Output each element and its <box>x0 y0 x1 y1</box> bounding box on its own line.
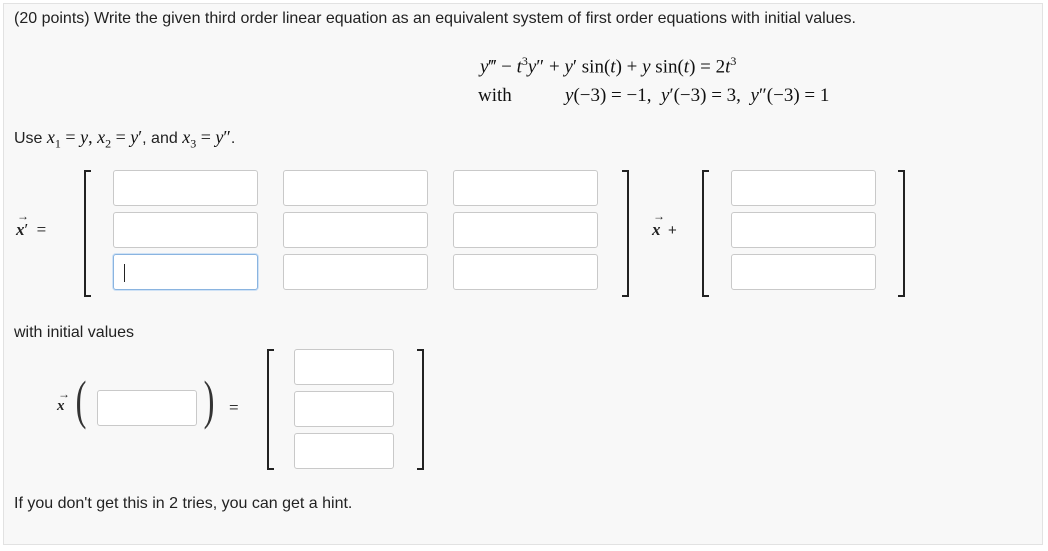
matrix-cell-3-1[interactable] <box>113 254 258 290</box>
left-paren: ( <box>75 370 87 430</box>
matrix-cell-3-2[interactable] <box>283 254 428 290</box>
matrix-left-bracket <box>84 170 91 297</box>
matrix-right-bracket <box>622 170 629 297</box>
forcing-right-bracket <box>898 170 905 297</box>
initial-value-cell-2[interactable] <box>294 391 394 427</box>
initial-time-input[interactable] <box>97 390 197 426</box>
matrix-cell-2-2[interactable] <box>283 212 428 248</box>
substitution-suffix: . <box>230 130 236 147</box>
matrix-cell-1-1[interactable] <box>113 170 258 206</box>
matrix-cell-3-3[interactable] <box>453 254 598 290</box>
matrix-cell-2-3[interactable] <box>453 212 598 248</box>
differential-equation: y‴ − t3y″ + y′ sin(t) + y sin(t) = 2t3 <box>480 54 737 78</box>
forcing-cell-3[interactable] <box>731 254 876 290</box>
initial-eq-sign: = <box>229 398 239 417</box>
question-panel: (20 points) Write the given third order … <box>3 3 1043 545</box>
initial-conditions: y(−3) = −1, y′(−3) = 3, y″(−3) = 1 <box>565 85 830 106</box>
with-label: with <box>478 85 512 106</box>
x-vector-initial: x <box>57 387 69 415</box>
substitution-and: , and <box>142 130 178 147</box>
right-paren: ) <box>203 370 215 430</box>
problem-statement: (20 points) Write the given third order … <box>14 10 856 27</box>
matrix-cell-2-1[interactable] <box>113 212 258 248</box>
initial-left-bracket <box>267 349 274 470</box>
matrix-cell-1-2[interactable] <box>283 170 428 206</box>
forcing-cell-1[interactable] <box>731 170 876 206</box>
text-cursor <box>124 264 125 282</box>
x-vector-symbol-2: x <box>652 209 664 240</box>
initial-right-bracket <box>417 349 424 470</box>
forcing-cell-2[interactable] <box>731 212 876 248</box>
hint-text: If you don't get this in 2 tries, you ca… <box>14 495 353 512</box>
initial-values-label: with initial values <box>14 324 135 341</box>
initial-value-cell-3[interactable] <box>294 433 394 469</box>
x-vector-symbol-3: x <box>57 387 69 415</box>
forcing-left-bracket <box>702 170 709 297</box>
matrix-cell-1-3[interactable] <box>453 170 598 206</box>
substitution-prefix: Use <box>14 130 43 147</box>
initial-value-cell-1[interactable] <box>294 349 394 385</box>
x-prime-label: x′ = <box>16 209 46 240</box>
x-vector-plus: x + <box>652 209 677 240</box>
substitution-line: Use x1 = y, x2 = y′, and x3 = y″. <box>14 127 236 151</box>
x-vector-symbol: x <box>16 209 28 240</box>
